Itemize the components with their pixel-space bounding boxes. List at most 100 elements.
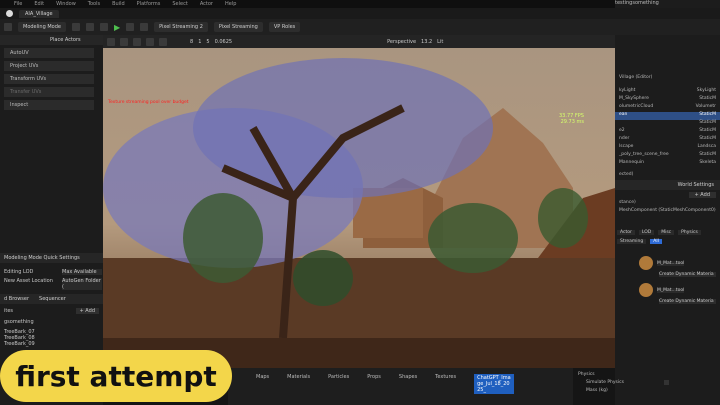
menu-item-edit[interactable]: Edit: [34, 1, 44, 7]
fps-readout: 33.77 FPS 29.73 ms: [559, 113, 584, 125]
perspective-button[interactable]: Perspective: [387, 39, 416, 45]
menu-item-window[interactable]: Window: [56, 1, 76, 7]
table-row[interactable]: kyLight SkyLight: [615, 88, 720, 96]
place-actors-header: Place Actors: [0, 35, 103, 45]
quick-settings-body: Editing LOD Max Available New Asset Loca…: [4, 269, 102, 290]
grid-snap-value[interactable]: 8: [190, 39, 193, 45]
tool-autouv[interactable]: AutoUV: [4, 48, 94, 58]
table-row[interactable]: olumetricCloud Volumetr: [615, 104, 720, 112]
world-settings-header: World Settings: [615, 180, 720, 190]
add-button[interactable]: + Add: [75, 308, 99, 314]
list-item[interactable]: TreeBark_09: [4, 341, 99, 347]
fov-value[interactable]: 13.2: [421, 39, 432, 45]
menu-item-help[interactable]: Help: [225, 1, 236, 7]
outliner-root[interactable]: Village (Editor): [615, 75, 720, 83]
create-dynamic-material-button[interactable]: Create Dynamic Materia: [659, 272, 716, 277]
instance-row[interactable]: stance): [615, 200, 720, 208]
snap-increment[interactable]: 0.0625: [215, 39, 233, 45]
tool-transfer-uvs[interactable]: Transfer UVs: [4, 87, 94, 97]
new-asset-label: New Asset Location: [4, 278, 53, 284]
table-row[interactable]: M_SkySphere StaticM: [615, 96, 720, 104]
ms-value: 29.73 ms: [560, 119, 584, 125]
table-row[interactable]: ean StaticM: [615, 112, 720, 120]
scale-tool-icon[interactable]: [159, 37, 167, 46]
mode-selector[interactable]: Modeling Mode: [18, 22, 66, 32]
project-folder[interactable]: gsomething: [0, 314, 103, 325]
tool-project-uvs[interactable]: Project UVs: [4, 61, 94, 71]
menu-item-platforms[interactable]: Platforms: [137, 1, 161, 7]
pixel-streaming-2-button[interactable]: Pixel Streaming 2: [154, 22, 208, 32]
table-row[interactable]: e2 StaticM: [615, 128, 720, 136]
menu-bar: File Edit Window Tools Build Platforms S…: [0, 0, 720, 370]
folder-particles[interactable]: Particles: [328, 374, 349, 380]
simulate-physics-label: Simulate Physics: [586, 380, 624, 385]
table-row[interactable]: nder StaticM: [615, 136, 720, 144]
vp-roles-button[interactable]: VP Roles: [268, 22, 301, 32]
menu-item-select[interactable]: Select: [172, 1, 187, 7]
lit-button[interactable]: Lit: [437, 39, 443, 45]
component-row[interactable]: MeshComponent (StaticMeshComponent0): [615, 208, 720, 216]
simulate-physics-checkbox[interactable]: [663, 380, 669, 385]
content-browser-tab[interactable]: d Browser: [4, 296, 29, 302]
table-row[interactable]: lscape Landsca: [615, 144, 720, 152]
filter-physics[interactable]: Physics: [678, 230, 701, 235]
blueprint-icon[interactable]: [85, 23, 94, 31]
pixel-streaming-button[interactable]: Pixel Streaming: [213, 22, 263, 32]
level-tab[interactable]: AIA_Village: [19, 9, 59, 18]
sequencer-tab[interactable]: Sequencer: [39, 296, 66, 302]
save-icon[interactable]: [4, 23, 12, 31]
pause-icon[interactable]: [126, 23, 135, 31]
selected-count: ected): [619, 172, 634, 177]
level-tab-row: AIA_Village: [0, 8, 720, 19]
level-viewport[interactable]: Texture streaming pool over budget 33.77…: [103, 48, 615, 368]
filter-all[interactable]: All: [650, 239, 662, 244]
filter-misc[interactable]: Misc: [658, 230, 675, 235]
tool-transform-uvs[interactable]: Transform UVs: [4, 74, 94, 84]
editing-lod-dropdown[interactable]: Max Available: [62, 269, 102, 275]
material-slot[interactable]: M_Mat...tool: [657, 287, 685, 293]
table-row[interactable]: Mannequin Skeleta: [615, 160, 720, 168]
folder-textures[interactable]: Textures: [435, 374, 456, 380]
material-thumbnail-icon[interactable]: [639, 283, 653, 297]
selected-asset[interactable]: ChatGPT_Image_Jul_18_2025_: [474, 374, 515, 394]
add-content-icon[interactable]: [71, 23, 80, 31]
scene-render: [103, 48, 615, 368]
mass-label: Mass (kg): [586, 388, 608, 393]
unreal-logo-icon: [6, 10, 13, 17]
tool-inspect[interactable]: Inspect: [4, 100, 94, 110]
filter-lod[interactable]: LOD: [638, 230, 655, 235]
cinematics-icon[interactable]: [99, 23, 108, 31]
viewport-menu-icon[interactable]: [107, 37, 115, 46]
move-tool-icon[interactable]: [133, 37, 141, 46]
filter-actor[interactable]: Actor: [617, 230, 635, 235]
stop-icon[interactable]: [140, 23, 149, 31]
new-asset-dropdown[interactable]: AutoGen Folder (: [62, 278, 102, 290]
material-slot[interactable]: M_Mat...tool: [657, 260, 685, 266]
menu-item-actor[interactable]: Actor: [200, 1, 213, 7]
place-actors-tab[interactable]: Place Actors: [50, 37, 81, 43]
rotate-snap-value[interactable]: 1: [198, 39, 201, 45]
table-row[interactable]: _poly_tree_scene_free StaticM: [615, 152, 720, 160]
folder-shapes[interactable]: Shapes: [399, 374, 417, 380]
folder-materials[interactable]: Materials: [287, 374, 310, 380]
menu-item-build[interactable]: Build: [112, 1, 125, 7]
menu-item-tools[interactable]: Tools: [88, 1, 100, 7]
material-slots: M_Mat...tool Create Dynamic Materia M_Ma…: [615, 246, 720, 304]
table-row[interactable]: StaticM: [615, 120, 720, 128]
favorites-label[interactable]: ites: [4, 308, 13, 314]
world-settings-tab[interactable]: World Settings: [678, 182, 714, 188]
play-icon[interactable]: ▶: [114, 23, 120, 32]
menu-item-file[interactable]: File: [14, 1, 22, 7]
content-browser-header: d Browser Sequencer: [0, 294, 107, 304]
scale-snap-value[interactable]: 5: [206, 39, 209, 45]
filter-streaming[interactable]: Streaming: [617, 239, 647, 244]
quick-settings-title: Modeling Mode Quick Settings: [4, 255, 80, 261]
editing-lod-label: Editing LOD: [4, 269, 34, 275]
material-thumbnail-icon[interactable]: [639, 256, 653, 270]
create-dynamic-material-button[interactable]: Create Dynamic Materia: [659, 299, 716, 304]
details-add-button[interactable]: + Add: [688, 192, 716, 198]
select-tool-icon[interactable]: [120, 37, 128, 46]
rotate-tool-icon[interactable]: [146, 37, 154, 46]
folder-maps[interactable]: Maps: [256, 374, 269, 380]
folder-props[interactable]: Props: [367, 374, 381, 380]
